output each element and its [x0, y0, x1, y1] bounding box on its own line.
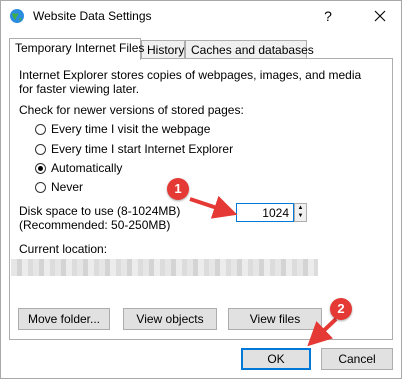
radio-label-every-start[interactable]: Every time I start Internet Explorer [51, 142, 233, 156]
close-icon [374, 10, 386, 22]
radio-label-never[interactable]: Never [51, 180, 83, 194]
website-data-settings-dialog: Website Data Settings ? Temporary Intern… [0, 0, 402, 379]
radio-label-automatically[interactable]: Automatically [51, 161, 122, 175]
spin-down-icon[interactable]: ▼ [295, 212, 306, 220]
disk-space-label: Disk space to use (8-1024MB) [19, 204, 181, 218]
disk-space-input[interactable] [236, 203, 294, 222]
tab-panel [9, 58, 393, 340]
annotation-badge-2: 2 [330, 298, 352, 320]
help-button[interactable]: ? [317, 7, 339, 25]
globe-icon [9, 8, 25, 24]
view-objects-button[interactable]: View objects [123, 308, 217, 330]
spin-up-icon[interactable]: ▲ [295, 204, 306, 212]
radio-every-start[interactable] [35, 144, 46, 155]
radio-never[interactable] [35, 182, 46, 193]
cancel-button[interactable]: Cancel [321, 348, 393, 370]
ok-button[interactable]: OK [241, 348, 311, 370]
move-folder-button[interactable]: Move folder... [18, 308, 110, 330]
check-heading: Check for newer versions of stored pages… [19, 103, 244, 117]
close-button[interactable] [367, 5, 393, 27]
tab-caches-and-databases[interactable]: Caches and databases [185, 40, 314, 59]
disk-space-spinner[interactable]: ▲ ▼ [294, 203, 307, 222]
radio-every-visit[interactable] [35, 124, 46, 135]
current-location-label: Current location: [19, 242, 108, 256]
current-location-path-blurred [11, 259, 318, 276]
title-bar: Website Data Settings ? [1, 1, 401, 31]
window-title: Website Data Settings [33, 9, 152, 23]
description-text-line2: for faster viewing later. [19, 82, 140, 96]
radio-label-every-visit[interactable]: Every time I visit the webpage [51, 122, 210, 136]
annotation-badge-1: 1 [167, 178, 189, 200]
view-files-button[interactable]: View files [228, 308, 322, 330]
disk-space-recommended: (Recommended: 50-250MB) [19, 218, 171, 232]
description-text-line1: Internet Explorer stores copies of webpa… [19, 68, 362, 82]
tab-history[interactable]: History [141, 40, 185, 59]
tab-temporary-internet-files[interactable]: Temporary Internet Files [9, 38, 144, 60]
radio-automatically[interactable] [35, 163, 46, 174]
